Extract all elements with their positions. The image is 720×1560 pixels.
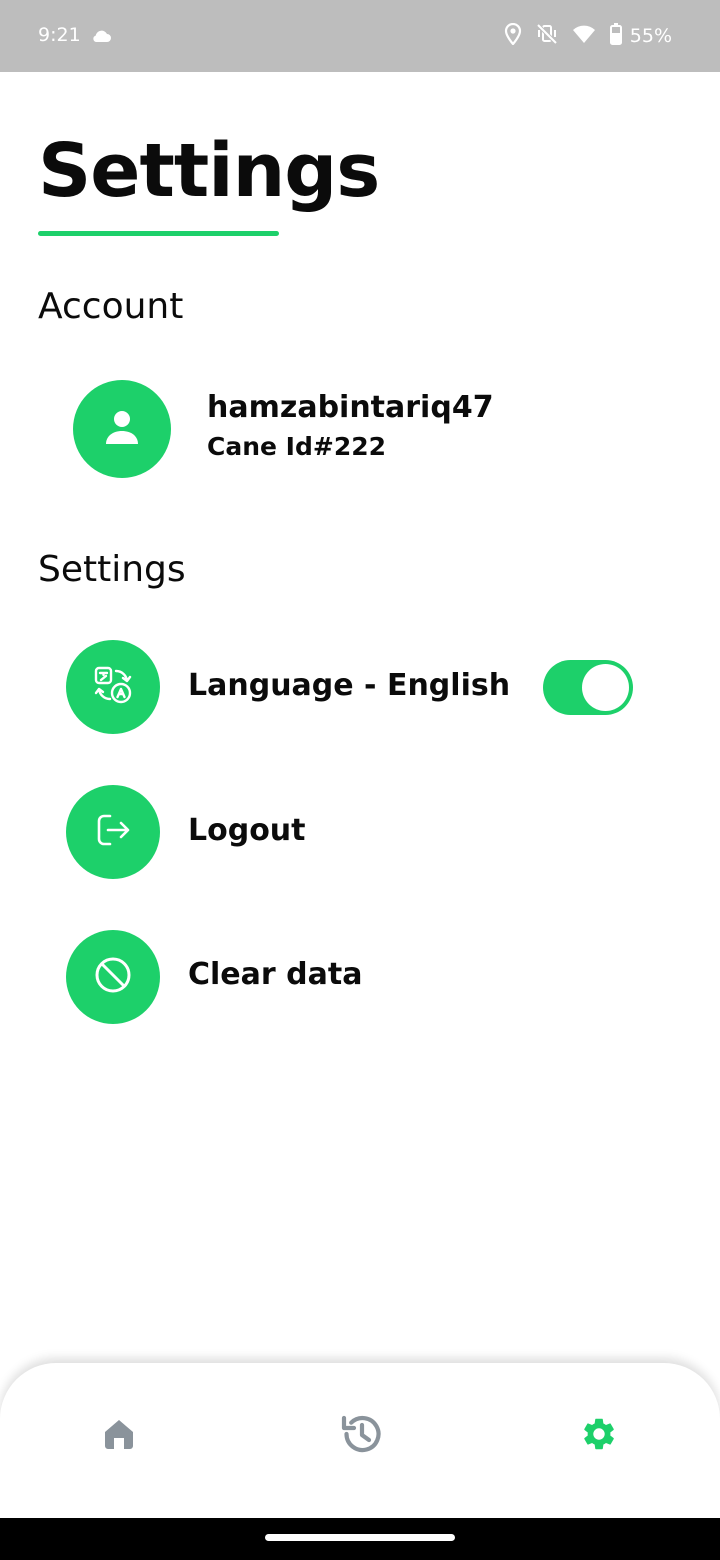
gear-icon bbox=[580, 1415, 618, 1457]
status-bar: 9:21 55% bbox=[0, 0, 720, 72]
status-icons: 55% bbox=[504, 22, 672, 50]
home-icon bbox=[101, 1416, 137, 1456]
username: hamzabintariq47 bbox=[207, 390, 494, 425]
location-icon bbox=[504, 22, 522, 49]
settings-section-title: Settings bbox=[38, 549, 186, 590]
logout-label[interactable]: Logout bbox=[188, 813, 306, 848]
clear-data-icon-button[interactable] bbox=[66, 930, 160, 1024]
language-toggle[interactable] bbox=[543, 660, 633, 715]
battery-icon bbox=[609, 23, 622, 49]
cane-id: Cane Id#222 bbox=[207, 432, 387, 461]
nav-settings[interactable] bbox=[569, 1406, 629, 1466]
gesture-bar bbox=[0, 1518, 720, 1560]
wifi-icon bbox=[572, 24, 596, 48]
nav-history[interactable] bbox=[330, 1406, 390, 1466]
toggle-knob bbox=[582, 664, 629, 711]
gesture-handle[interactable] bbox=[265, 1534, 455, 1541]
cloud-icon bbox=[90, 28, 112, 48]
nav-home[interactable] bbox=[89, 1406, 149, 1466]
battery-percent: 55% bbox=[629, 25, 672, 47]
logout-icon-button[interactable] bbox=[66, 785, 160, 879]
title-underline bbox=[38, 231, 279, 236]
history-icon bbox=[338, 1412, 382, 1460]
clear-data-label[interactable]: Clear data bbox=[188, 957, 362, 992]
page-title: Settings bbox=[38, 128, 380, 214]
person-icon bbox=[104, 408, 140, 450]
block-icon bbox=[93, 955, 133, 999]
logout-icon bbox=[93, 810, 133, 854]
language-icon-button[interactable] bbox=[66, 640, 160, 734]
vibrate-off-icon bbox=[536, 23, 558, 49]
language-label[interactable]: Language - English bbox=[188, 668, 510, 703]
account-section-title: Account bbox=[38, 286, 184, 327]
translate-icon bbox=[93, 665, 133, 709]
status-time: 9:21 bbox=[38, 24, 81, 46]
bottom-nav bbox=[0, 1363, 720, 1518]
avatar[interactable] bbox=[73, 380, 171, 478]
